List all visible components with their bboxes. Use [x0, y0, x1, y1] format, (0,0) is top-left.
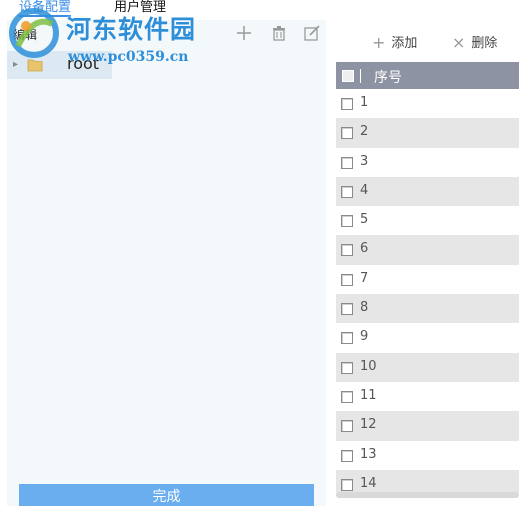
select-all-checkbox[interactable] — [342, 70, 354, 82]
table-row[interactable]: 14 — [336, 469, 519, 493]
table-body: 1 2 3 4 5 6 7 8 9 10 11 12 13 14 — [336, 89, 519, 493]
table-row[interactable]: 6 — [336, 235, 519, 265]
row-index: 8 — [360, 300, 369, 316]
table-row[interactable]: 4 — [336, 176, 519, 207]
row-checkbox[interactable] — [341, 215, 353, 228]
table-row[interactable]: 12 — [336, 411, 519, 441]
group-toolbar: 编辑 — [7, 20, 326, 46]
row-checkbox[interactable] — [341, 420, 353, 433]
row-checkbox[interactable] — [341, 98, 353, 110]
row-checkbox[interactable] — [341, 244, 353, 257]
row-index: 11 — [360, 387, 377, 403]
table-row[interactable]: 9 — [336, 323, 519, 352]
add-user-label: 添加 — [391, 36, 418, 51]
row-index: 5 — [360, 212, 369, 228]
delete-group-button[interactable] — [269, 23, 289, 43]
top-tab-bar: 设备配置 用户管理 — [0, 0, 519, 17]
user-toolbar: + 添加 × 删除 — [336, 20, 519, 60]
add-user-button[interactable]: + 添加 — [372, 32, 417, 52]
row-checkbox[interactable] — [341, 390, 353, 403]
folder-icon — [27, 59, 43, 72]
row-index: 7 — [360, 270, 369, 286]
row-index: 6 — [360, 241, 369, 257]
row-checkbox[interactable] — [341, 478, 353, 491]
tab-user-management[interactable]: 用户管理 — [114, 0, 166, 15]
row-index: 10 — [360, 358, 377, 374]
user-list-panel: + 添加 × 删除 序号 1 2 3 4 5 6 7 8 9 10 11 12 13 14 — [336, 20, 519, 506]
row-index: 13 — [360, 446, 377, 462]
row-checkbox[interactable] — [341, 273, 353, 286]
row-checkbox[interactable] — [341, 156, 353, 169]
row-index: 1 — [360, 95, 369, 110]
group-tree-panel: 编辑 ▸ root 完成 — [7, 20, 326, 506]
trash-icon — [273, 26, 285, 41]
user-management-page: 设备配置 用户管理 编辑 ▸ root 完成 河东软件园 www.pc0359.… — [0, 0, 519, 506]
tab-device-config[interactable]: 设备配置 — [19, 0, 72, 17]
tree-item-root[interactable]: ▸ root — [7, 51, 112, 79]
row-checkbox[interactable] — [341, 361, 353, 374]
table-row[interactable]: 2 — [336, 118, 519, 148]
tree-expand-icon[interactable]: ▸ — [13, 59, 18, 70]
table-row[interactable]: 13 — [336, 441, 519, 470]
add-group-button[interactable] — [234, 23, 254, 43]
row-index: 4 — [360, 182, 369, 198]
table-row[interactable]: 3 — [336, 148, 519, 177]
table-row[interactable]: 11 — [336, 382, 519, 411]
edit-title: 编辑 — [13, 28, 38, 42]
delete-user-label: 删除 — [471, 36, 498, 51]
table-row[interactable]: 1 — [336, 89, 519, 118]
tree-item-label: root — [67, 54, 100, 73]
row-checkbox[interactable] — [341, 332, 353, 345]
row-checkbox[interactable] — [341, 127, 353, 140]
plus-icon: + — [372, 33, 386, 52]
row-index: 9 — [360, 329, 369, 345]
plus-icon — [237, 26, 251, 40]
row-index: 2 — [360, 124, 369, 140]
column-divider — [360, 69, 361, 83]
row-index: 14 — [360, 475, 377, 491]
close-icon: × — [452, 33, 466, 52]
row-checkbox[interactable] — [341, 303, 353, 316]
delete-user-button[interactable]: × 删除 — [452, 32, 497, 52]
table-header: 序号 — [336, 62, 519, 89]
row-index: 3 — [360, 153, 369, 169]
table-row[interactable]: 7 — [336, 265, 519, 294]
row-checkbox[interactable] — [341, 185, 353, 198]
table-row[interactable]: 10 — [336, 352, 519, 382]
edit-icon — [304, 25, 320, 41]
edit-group-button[interactable] — [302, 23, 322, 43]
done-button[interactable]: 完成 — [19, 484, 314, 506]
horizontal-scrollbar[interactable] — [336, 492, 519, 498]
column-header-index: 序号 — [374, 70, 402, 86]
row-checkbox[interactable] — [341, 449, 353, 462]
table-row[interactable]: 5 — [336, 206, 519, 235]
table-row[interactable]: 8 — [336, 294, 519, 324]
row-index: 12 — [360, 417, 377, 433]
